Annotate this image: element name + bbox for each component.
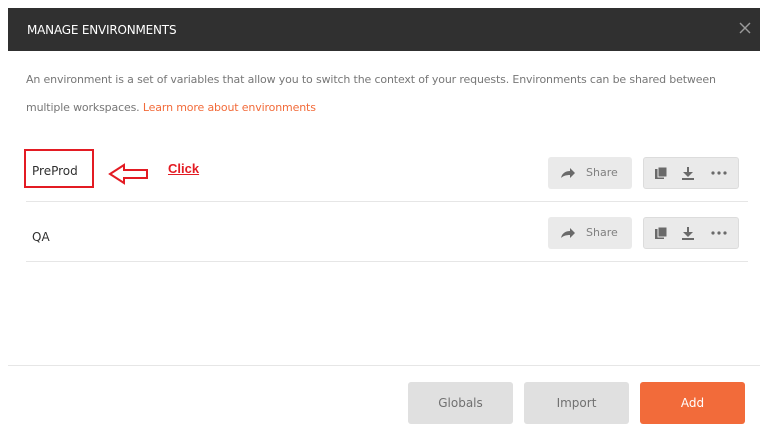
add-button[interactable]: Add	[640, 382, 745, 424]
share-arrow-icon	[561, 228, 575, 238]
close-icon[interactable]	[734, 17, 756, 39]
duplicate-icon[interactable]	[654, 166, 668, 180]
modal-title: MANAGE ENVIRONMENTS	[27, 23, 177, 37]
environment-actions	[643, 157, 739, 189]
annotation-click-label: Click	[168, 161, 200, 176]
share-arrow-icon	[561, 168, 575, 178]
footer-divider	[8, 365, 760, 366]
share-button[interactable]: Share	[548, 217, 632, 249]
modal-header: MANAGE ENVIRONMENTS	[8, 8, 760, 51]
annotation-highlight-box	[24, 149, 94, 188]
download-icon[interactable]	[681, 166, 695, 180]
more-icon[interactable]	[710, 228, 728, 238]
environment-name[interactable]: QA	[32, 230, 50, 244]
environment-actions	[643, 217, 739, 249]
more-icon[interactable]	[710, 168, 728, 178]
globals-button[interactable]: Globals	[408, 382, 513, 424]
learn-more-link[interactable]: Learn more about environments	[143, 101, 316, 114]
description-text: An environment is a set of variables tha…	[26, 73, 716, 114]
share-label: Share	[586, 166, 618, 179]
share-button[interactable]: Share	[548, 157, 632, 189]
share-label: Share	[586, 226, 618, 239]
download-icon[interactable]	[681, 226, 695, 240]
import-button[interactable]: Import	[524, 382, 629, 424]
description: An environment is a set of variables tha…	[26, 66, 741, 122]
environment-row-qa: QA Share	[26, 202, 748, 262]
annotation-arrow-icon	[108, 163, 148, 185]
duplicate-icon[interactable]	[654, 226, 668, 240]
